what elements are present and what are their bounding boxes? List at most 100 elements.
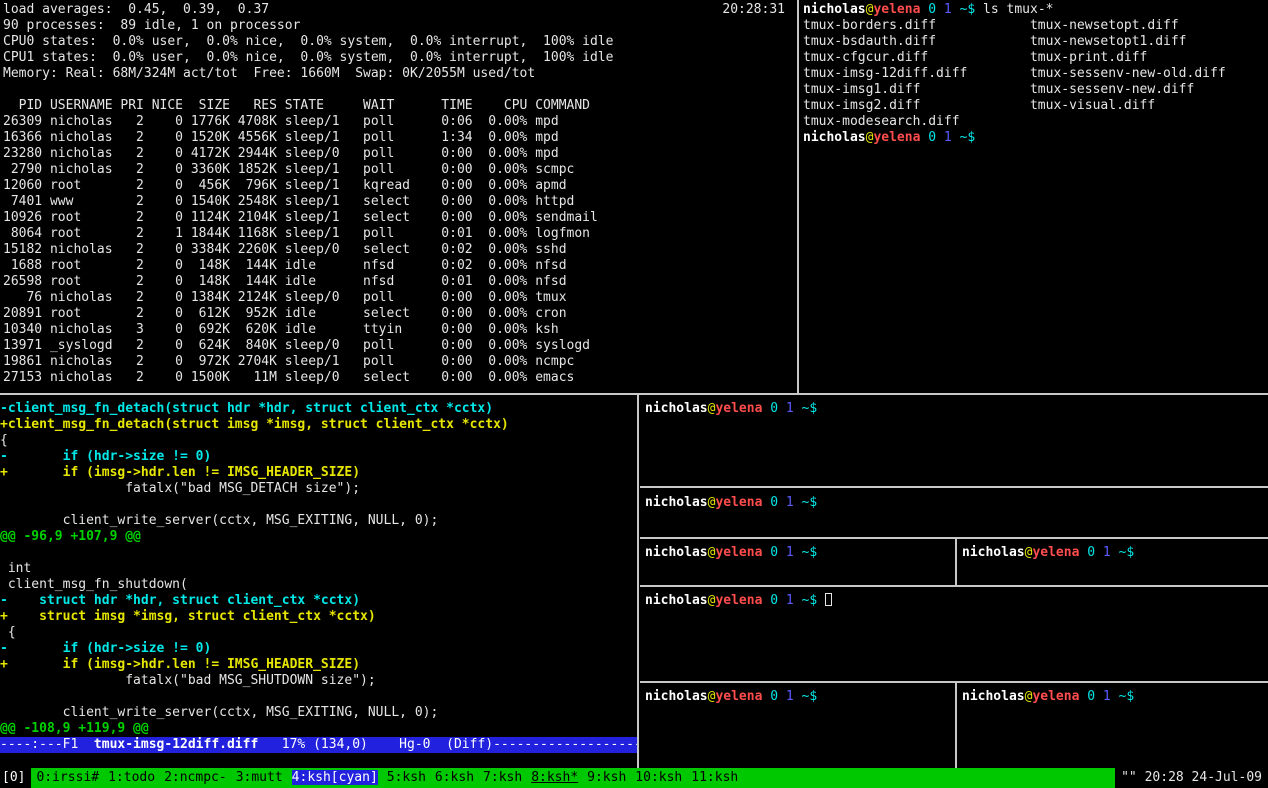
window-list: 0:irssi# 1:todo 2:ncmpc- 3:mutt 4:ksh[cyan] 5… [31,768,1115,788]
prompt-path: ~$ [794,401,825,416]
prompt-path: ~$ [1111,689,1142,704]
diff-line: client_msg_fn_shutdown( [0,577,637,593]
status-right-clock: "" 20:28 24-Jul-09 [1115,768,1268,788]
prompt-number-1: 1 [936,130,952,145]
active-shell-prompt-line: nicholas@yelena 0 1 ~$ [645,593,1268,609]
shell-prompt-line: nicholas@yelena 0 1 ~$ [645,401,1268,417]
pane-shell-7[interactable]: nicholas@yelena 0 1 ~$ [957,683,1268,768]
shell-prompt: nicholas@yelena 0 1 ~$ [645,401,825,416]
shell-prompt-line: nicholas@yelena 0 1 ~$ [645,495,1268,511]
prompt-user: nicholas [645,545,708,560]
prompt-number-0: 0 [920,130,936,145]
diff-line [0,545,637,561]
diff-line: @@ -96,9 +107,9 @@ [0,529,637,545]
status-window[interactable]: 2:ncmpc- [164,770,227,785]
prompt-host: yelena [715,593,762,608]
load-averages: load averages: 0.45, 0.39, 0.37 [3,2,269,18]
diff-line: -client_msg_fn_detach(struct hdr *hdr, s… [0,401,637,417]
shell-prompt: nicholas@yelena 0 1 ~$ [803,130,983,145]
pane-divider-h1[interactable] [640,486,1268,488]
session-name: [0] [0,768,31,788]
file-listing: tmux-borders.diff tmux-newsetopt.diff tm… [803,18,1268,130]
prompt-number-0: 0 [1079,545,1095,560]
modeline-prefix: ----:---F1 [0,737,94,752]
prompt-host: yelena [715,401,762,416]
diff-line: + if (imsg->hdr.len != IMSG_HEADER_SIZE) [0,657,637,673]
diff-line: + if (imsg->hdr.len != IMSG_HEADER_SIZE) [0,465,637,481]
shell-prompt: nicholas@yelena 0 1 ~$ [645,689,825,704]
prompt-path: ~$ [1111,545,1142,560]
diff-line: { [0,433,637,449]
terminal-screen: load averages: 0.45, 0.39, 0.37 20:28:31… [0,0,1268,788]
pane-divider-top-vertical[interactable] [797,0,799,393]
shell-prompt: nicholas@yelena 0 1 ~$ [962,545,1142,560]
diff-line [0,497,637,513]
pane-shell-4[interactable]: nicholas@yelena 0 1 ~$ [957,539,1268,585]
prompt-number-1: 1 [1095,689,1111,704]
status-window[interactable]: 11:ksh [691,770,738,785]
prompt-number-1: 1 [778,495,794,510]
prompt-host: yelena [715,495,762,510]
shell-prompt: nicholas@yelena 0 1 ~$ [645,495,825,510]
status-window[interactable]: 5:ksh [387,770,426,785]
prompt-path: ~$ [794,593,825,608]
diff-line: - if (hdr->size != 0) [0,449,637,465]
diff-line: int [0,561,637,577]
diff-line: - if (hdr->size != 0) [0,641,637,657]
shell-prompt-line: nicholas@yelena 0 1 ~$ [645,689,955,705]
prompt-number-1: 1 [778,593,794,608]
prompt-user: nicholas [645,495,708,510]
diff-line: - struct hdr *hdr, struct client_ctx *cc… [0,593,637,609]
process-table: 26309 nicholas 2 0 1776K 4708K sleep/1 p… [3,114,791,386]
status-window[interactable]: 8:ksh* [531,770,578,785]
status-window[interactable]: 0:irssi# [36,770,99,785]
status-window[interactable]: 7:ksh [483,770,522,785]
diff-line: { [0,625,637,641]
status-window[interactable]: 1:todo [108,770,155,785]
status-window[interactable]: 10:ksh [635,770,682,785]
pane-editor-diff[interactable]: -client_msg_fn_detach(struct hdr *hdr, s… [0,395,637,768]
pane-shell-1[interactable]: nicholas@yelena 0 1 ~$ [640,395,1268,486]
top-summary: 90 processes: 89 idle, 1 on processor CP… [3,18,791,82]
pane-shell-5[interactable]: nicholas@yelena 0 1 ~$ [640,587,1268,681]
prompt-user: nicholas [645,593,708,608]
modeline-suffix: 17% (134,0) Hg-0 (Diff)-----------------… [258,737,637,752]
diff-line: fatalx("bad MSG_SHUTDOWN size"); [0,673,637,689]
diff-line [0,689,637,705]
prompt-path: ~$ [952,130,983,145]
prompt-number-0: 0 [762,495,778,510]
diff-line: +client_msg_fn_detach(struct imsg *imsg,… [0,417,637,433]
terminal-cursor [825,593,832,606]
diff-line: + struct imsg *imsg, struct client_ctx *… [0,609,637,625]
status-window[interactable]: 6:ksh [435,770,474,785]
command-line: nicholas@yelena 0 1 ~$ ls tmux-* [803,2,1268,18]
pane-divider-bottom-vertical[interactable] [637,395,639,768]
process-table-header: PID USERNAME PRI NICE SIZE RES STATE WAI… [3,98,791,114]
status-window[interactable]: 9:ksh [587,770,626,785]
prompt-number-0: 0 [762,401,778,416]
prompt-host: yelena [1032,689,1079,704]
prompt-host: yelena [1032,545,1079,560]
prompt-number-1: 1 [778,401,794,416]
prompt-path: ~$ [794,545,825,560]
pane-shell-3[interactable]: nicholas@yelena 0 1 ~$ [640,539,955,585]
tmux-status-bar: [0] 0:irssi# 1:todo 2:ncmpc- 3:mutt 4:ksh[cy… [0,768,1268,788]
shell-prompt-line: nicholas@yelena 0 1 ~$ [962,689,1268,705]
pane-shell-2[interactable]: nicholas@yelena 0 1 ~$ [640,489,1268,537]
shell-prompt: nicholas@yelena 0 1 ~$ [645,593,825,608]
pane-shell-6[interactable]: nicholas@yelena 0 1 ~$ [640,683,955,768]
pane-shell-ls[interactable]: nicholas@yelena 0 1 ~$ ls tmux-* tmux-bo… [800,0,1268,393]
prompt-path: ~$ [794,495,825,510]
prompt-user: nicholas [962,689,1025,704]
prompt-user: nicholas [645,689,708,704]
status-window[interactable]: 3:mutt [236,770,283,785]
pane-process-monitor[interactable]: load averages: 0.45, 0.39, 0.37 20:28:31… [0,0,797,393]
prompt-number-1: 1 [1095,545,1111,560]
shell-prompt-line: nicholas@yelena 0 1 ~$ [645,545,955,561]
diff-line: client_write_server(cctx, MSG_EXITING, N… [0,513,637,529]
status-window[interactable]: 4:ksh[cyan] [292,770,378,785]
prompt-host: yelena [715,689,762,704]
diff-line: client_write_server(cctx, MSG_EXITING, N… [0,705,637,721]
prompt-number-0: 0 [1079,689,1095,704]
prompt-number-0: 0 [762,545,778,560]
